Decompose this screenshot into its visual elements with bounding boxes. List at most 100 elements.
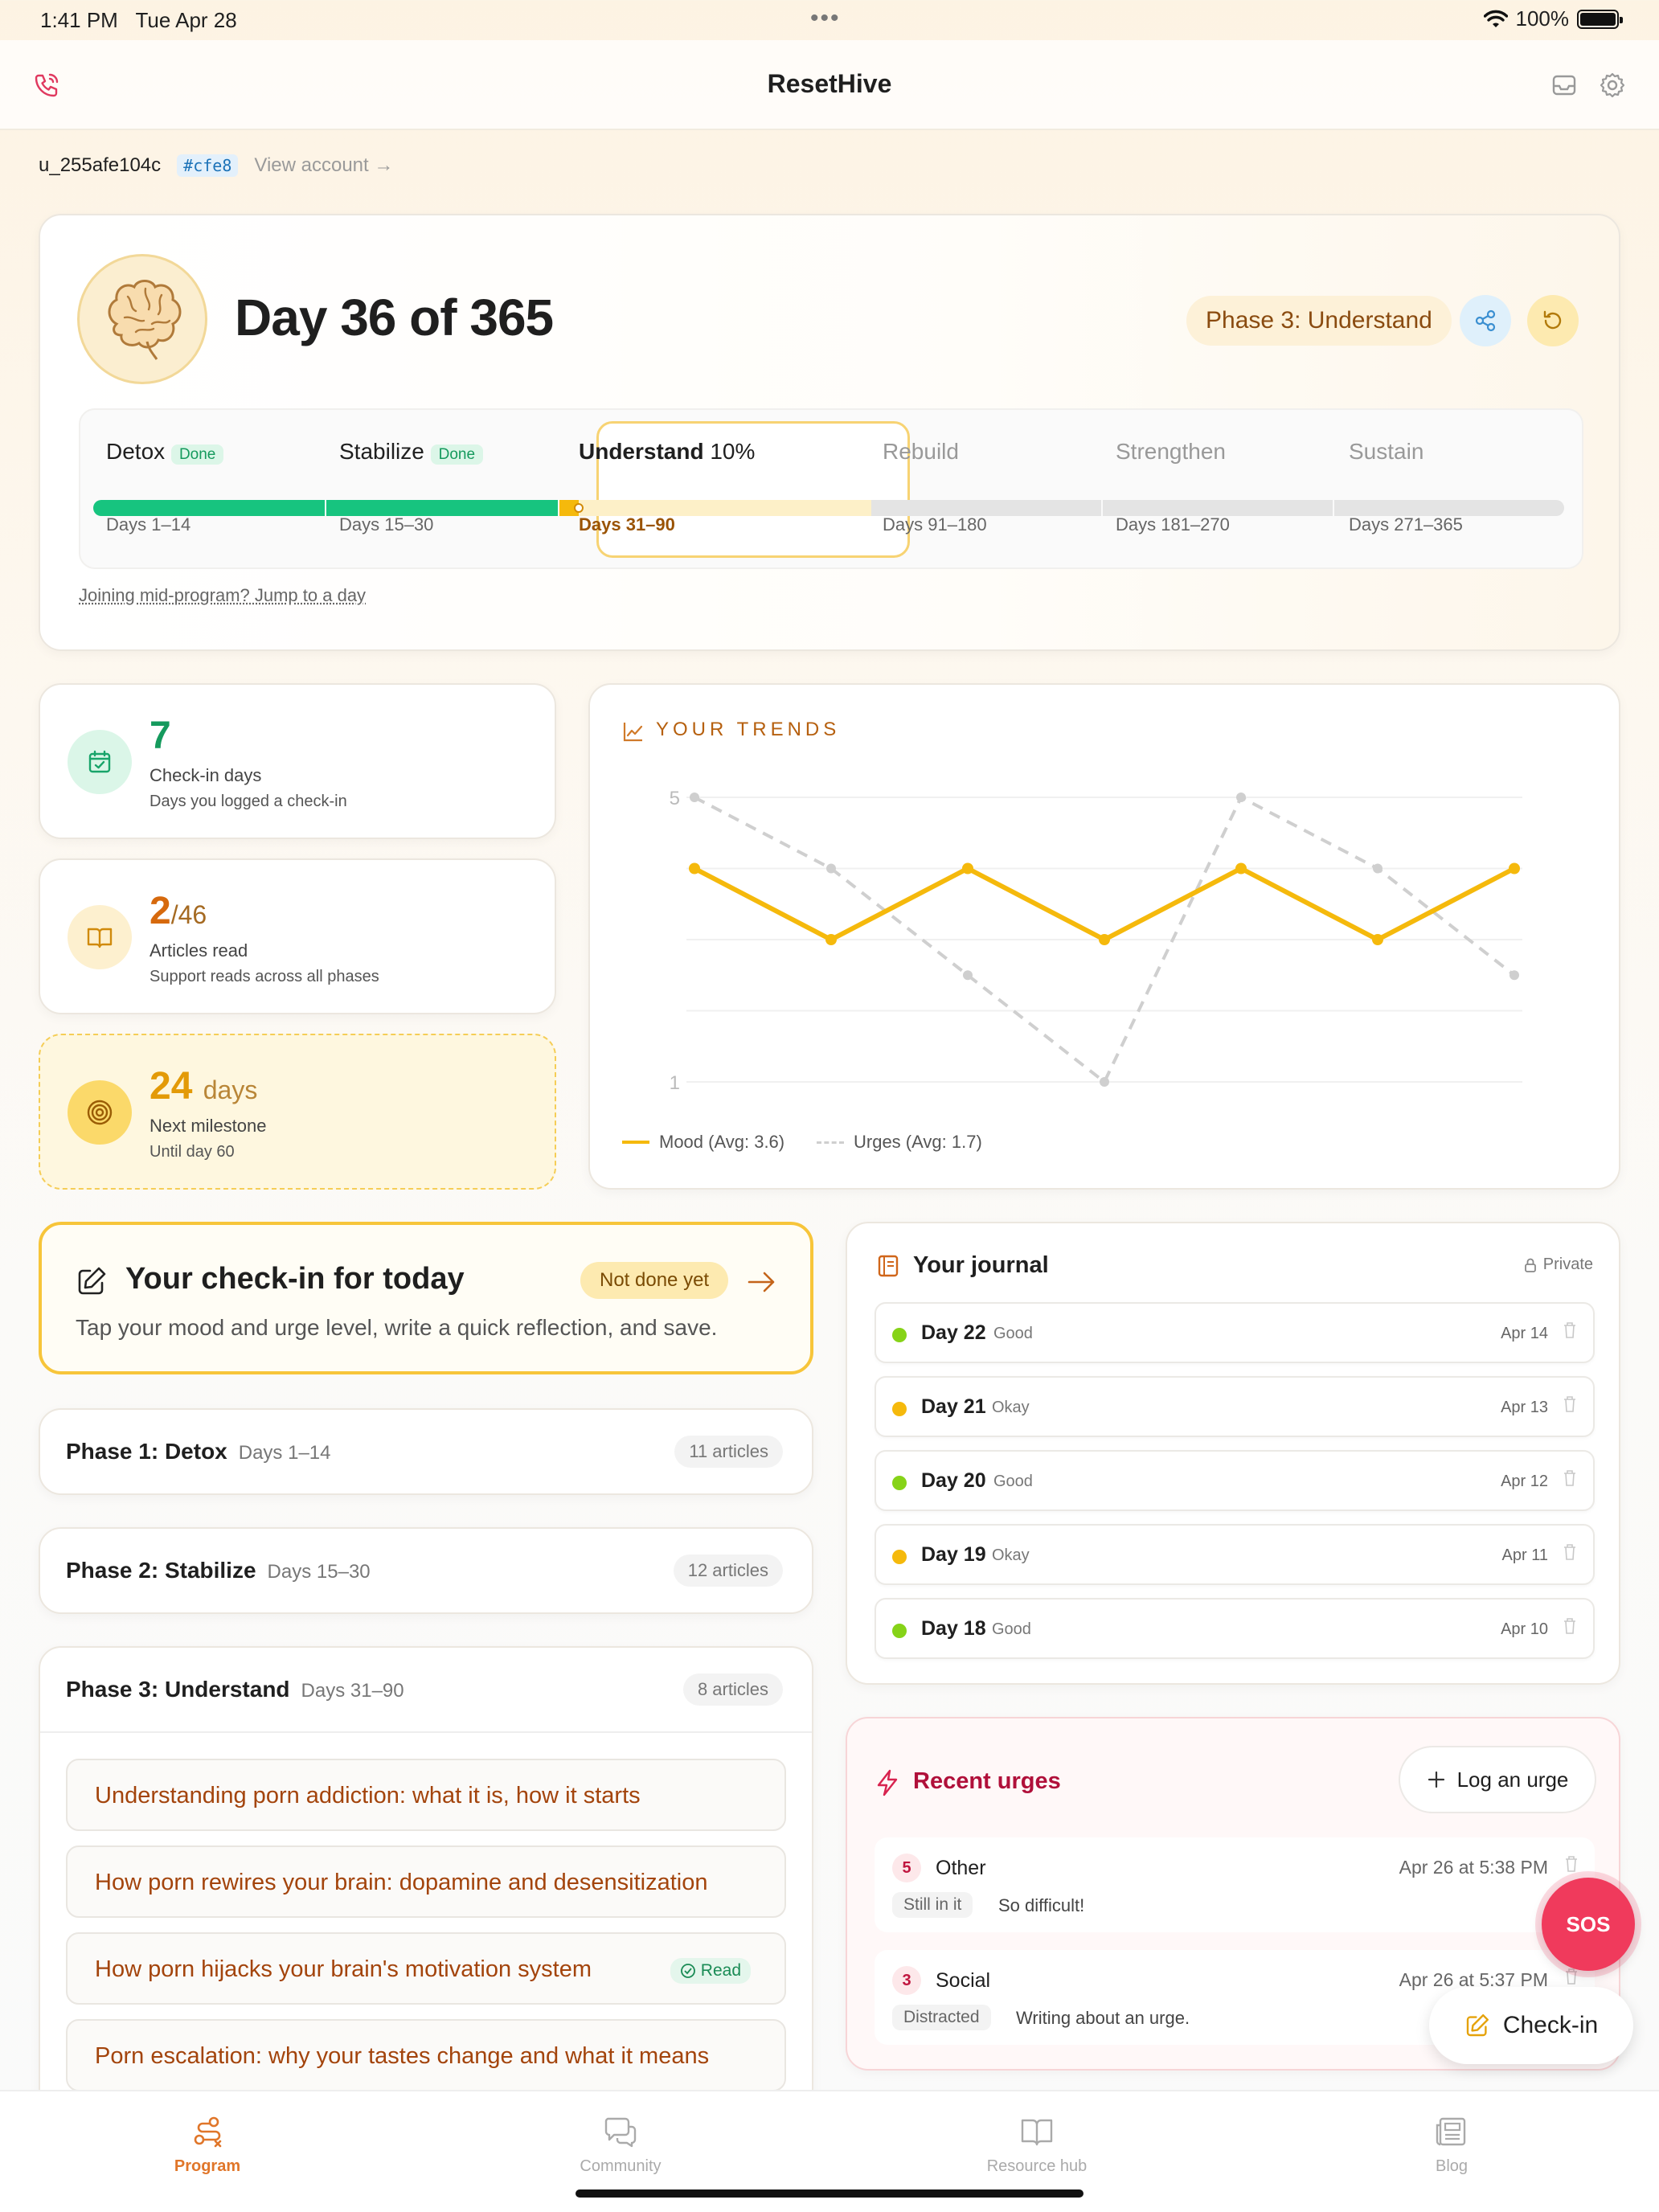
- private-label: Private: [1524, 1256, 1593, 1274]
- phase-days: Days 1–14: [106, 514, 191, 535]
- urge-level: 5: [892, 1854, 921, 1882]
- phase-strengthen[interactable]: Strengthen: [1116, 439, 1226, 465]
- program-progress-card: Day 36 of 365 Phase 3: Understand Detox …: [39, 214, 1620, 651]
- arrow-right-icon[interactable]: [748, 1270, 776, 1294]
- trends-chart: 51: [670, 788, 1522, 1094]
- trash-icon[interactable]: [1563, 1395, 1577, 1413]
- urges-point: [826, 863, 836, 874]
- nav-blog[interactable]: Blog: [1355, 2114, 1548, 2176]
- nav-program[interactable]: Program: [111, 2114, 304, 2176]
- not-done-badge: Not done yet: [580, 1262, 729, 1299]
- multitask-dots-icon[interactable]: •••: [810, 5, 841, 32]
- phase-detox[interactable]: Detox Done: [106, 439, 224, 465]
- journal-mood: Good: [992, 1620, 1031, 1638]
- check-circle-icon: [680, 1964, 695, 1978]
- lightning-icon: [877, 1769, 898, 1796]
- trash-icon[interactable]: [1563, 1617, 1577, 1635]
- phase-progress-percent: 10%: [710, 439, 756, 464]
- article-count: 11 articles: [674, 1436, 783, 1468]
- user-id: u_255afe104c: [39, 154, 162, 176]
- articles-read-card: 2/46 Articles read Support reads across …: [39, 858, 556, 1014]
- reset-button[interactable]: [1527, 295, 1579, 346]
- account-row: u_255afe104c #cfe8 View account →: [39, 154, 393, 177]
- phase-bar-understand: [559, 500, 908, 516]
- journal-entry[interactable]: Day 18 Good Apr 10: [875, 1598, 1595, 1659]
- mood-point: [1235, 862, 1247, 875]
- phase-sustain[interactable]: Sustain: [1349, 439, 1423, 465]
- journal-title: Your journal: [913, 1252, 1049, 1278]
- trash-icon[interactable]: [1563, 1321, 1577, 1339]
- gear-icon[interactable]: [1598, 71, 1627, 100]
- legend-mood: Mood (Avg: 3.6): [622, 1132, 784, 1153]
- phase-stabilize[interactable]: Stabilize Done: [339, 439, 484, 465]
- today-checkin-desc: Tap your mood and urge level, write a qu…: [76, 1315, 718, 1340]
- journal-entry[interactable]: Day 21 Okay Apr 13: [875, 1376, 1595, 1437]
- phase-bar-strengthen: [1103, 500, 1333, 516]
- journal-date: Apr 12: [1501, 1473, 1548, 1490]
- y-tick-label: 5: [670, 788, 680, 809]
- mood-point: [1509, 862, 1520, 875]
- urges-point: [1373, 863, 1382, 874]
- trash-icon[interactable]: [1564, 1855, 1579, 1873]
- urge-entry[interactable]: 5 Other Apr 26 at 5:38 PM Still in it So dif…: [875, 1837, 1595, 1932]
- done-badge: Done: [430, 444, 484, 465]
- mood-dot: [892, 1624, 907, 1638]
- program-icon: [194, 2116, 222, 2148]
- done-badge: Done: [170, 444, 224, 465]
- journal-date: Apr 13: [1501, 1399, 1548, 1416]
- jump-to-day-link[interactable]: Joining mid-program? Jump to a day: [79, 585, 366, 606]
- journal-day: Day 22: [921, 1321, 986, 1344]
- article-item[interactable]: Understanding porn addiction: what it is…: [66, 1759, 786, 1831]
- legend-urges: Urges (Avg: 1.7): [817, 1132, 982, 1153]
- article-item[interactable]: How porn hijacks your brain's motivation…: [66, 1932, 786, 2005]
- reset-icon: [1543, 310, 1562, 330]
- nav-community[interactable]: Community: [524, 2114, 717, 2176]
- brain-icon: [108, 280, 182, 360]
- articles-read-value: 2/46: [150, 890, 207, 932]
- inbox-icon[interactable]: [1550, 71, 1579, 100]
- phase-understand[interactable]: Understand 10%: [579, 439, 755, 465]
- wifi-icon: [1483, 10, 1508, 27]
- sos-button[interactable]: SOS: [1542, 1878, 1635, 1971]
- trends-card: YOUR TRENDS 51 Mood (Avg: 3.6) Urges (Av…: [588, 683, 1620, 1190]
- share-icon: [1475, 309, 1496, 332]
- urges-point: [1100, 1077, 1109, 1087]
- phase-bar-stabilize: [326, 500, 558, 516]
- journal-date: Apr 10: [1501, 1620, 1548, 1638]
- share-button[interactable]: [1460, 295, 1511, 346]
- journal-entry[interactable]: Day 22 Good Apr 14: [875, 1302, 1595, 1363]
- phase-card-stabilize[interactable]: Phase 2: Stabilize Days 15–30 12 articles: [39, 1527, 813, 1614]
- checkin-days-label: Check-in days: [150, 765, 262, 785]
- milestone-label: Next milestone: [150, 1116, 267, 1136]
- today-checkin-card[interactable]: Your check-in for today Not done yet Tap…: [39, 1222, 813, 1374]
- trash-icon[interactable]: [1563, 1469, 1577, 1487]
- article-item[interactable]: Porn escalation: why your tastes change …: [66, 2019, 786, 2091]
- trash-icon[interactable]: [1564, 1968, 1579, 1985]
- checkin-fab[interactable]: Check-in: [1429, 1987, 1633, 2064]
- articles-read-desc: Support reads across all phases: [150, 968, 379, 985]
- checkin-days-card: 7 Check-in days Days you logged a check-…: [39, 683, 556, 839]
- log-urge-button[interactable]: Log an urge: [1399, 1746, 1596, 1813]
- journal-entry[interactable]: Day 20 Good Apr 12: [875, 1450, 1595, 1511]
- phase-card-detox[interactable]: Phase 1: Detox Days 1–14 11 articles: [39, 1408, 813, 1495]
- edit-icon: [1466, 2014, 1489, 2037]
- journal-date: Apr 11: [1501, 1546, 1548, 1564]
- lock-icon: [1524, 1258, 1536, 1272]
- phase-days: Days 31–90: [579, 514, 675, 535]
- phase-card-header[interactable]: Phase 3: Understand Days 31–90: [66, 1677, 404, 1702]
- journal-day: Day 18: [921, 1617, 986, 1640]
- app-title: ResetHive: [767, 69, 892, 98]
- phase-rebuild[interactable]: Rebuild: [883, 439, 959, 465]
- y-tick-label: 1: [670, 1072, 680, 1094]
- journal-entry[interactable]: Day 19 Okay Apr 11: [875, 1524, 1595, 1585]
- urge-type: Social: [936, 1969, 991, 1992]
- article-item[interactable]: How porn rewires your brain: dopamine an…: [66, 1845, 786, 1918]
- trash-icon[interactable]: [1563, 1543, 1577, 1561]
- nav-resource-hub[interactable]: Resource hub: [940, 2114, 1133, 2176]
- view-account-link[interactable]: View account →: [254, 154, 393, 177]
- battery-percent: 100%: [1515, 6, 1570, 31]
- mood-point: [689, 862, 700, 875]
- urge-note: So difficult!: [998, 1895, 1085, 1915]
- mood-dot: [892, 1402, 907, 1416]
- divider: [40, 1731, 812, 1733]
